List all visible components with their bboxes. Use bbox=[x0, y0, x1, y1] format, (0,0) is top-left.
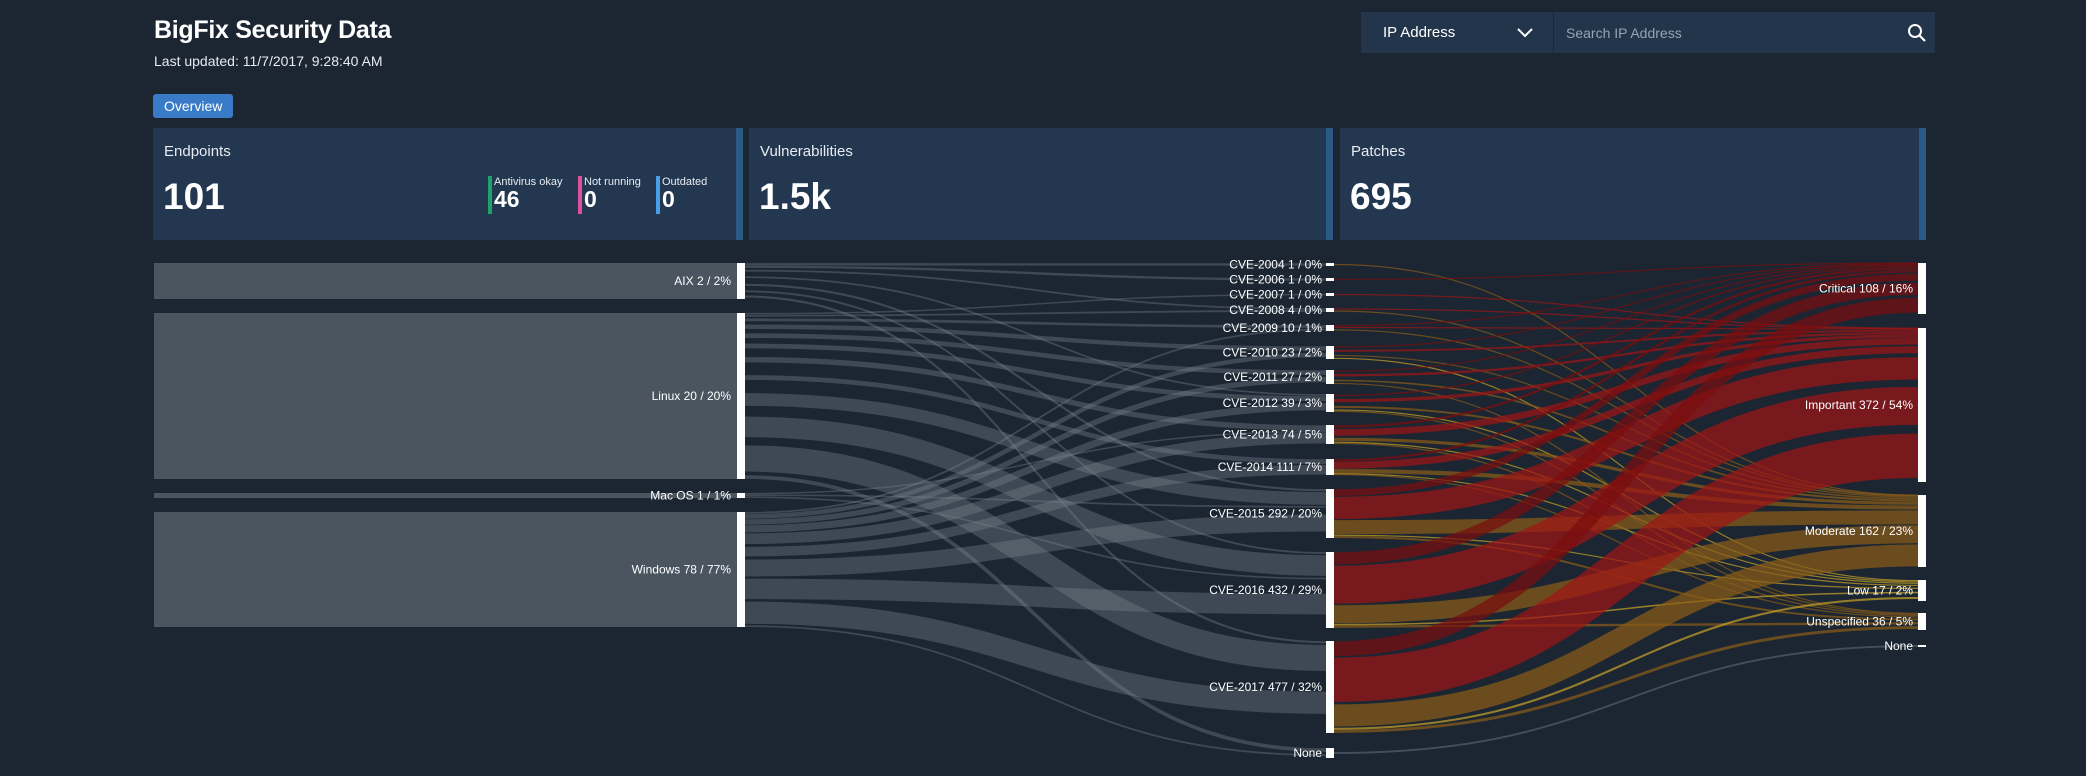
severity-node-bar[interactable] bbox=[1918, 645, 1926, 647]
cve-node-bar[interactable] bbox=[1326, 459, 1334, 475]
cve-node-label: CVE-2016 432 / 29% bbox=[1209, 583, 1322, 597]
os-node-label: Linux 20 / 20% bbox=[652, 389, 732, 403]
security-sankey-diagram: AIX 2 / 2% Linux 20 / 20% Mac OS 1 / 1% Win… bbox=[154, 258, 1926, 760]
severity-node-bar[interactable] bbox=[1918, 495, 1926, 567]
severity-node-bar[interactable] bbox=[1918, 613, 1926, 630]
cve-node-label: CVE-2011 27 / 2% bbox=[1223, 370, 1322, 384]
cve-node-label: CVE-2006 1 / 0% bbox=[1229, 273, 1322, 287]
os-node-bar[interactable] bbox=[737, 263, 745, 299]
cve-node-label: CVE-2013 74 / 5% bbox=[1223, 428, 1323, 442]
cve-node-label: CVE-2014 111 / 7% bbox=[1218, 460, 1323, 474]
cve-node-bar[interactable] bbox=[1326, 370, 1334, 384]
severity-node-bar[interactable] bbox=[1918, 328, 1926, 482]
severity-node-bar[interactable] bbox=[1918, 580, 1926, 601]
cve-node-label: CVE-2017 477 / 32% bbox=[1209, 680, 1322, 694]
cve-node-label: CVE-2010 23 / 2% bbox=[1223, 346, 1323, 360]
os-node-label: Mac OS 1 / 1% bbox=[650, 489, 731, 503]
cve-to-severity-links bbox=[1333, 262, 1919, 754]
severity-node-bar[interactable] bbox=[1918, 263, 1926, 314]
cve-node-bar[interactable] bbox=[1326, 489, 1334, 538]
cve-node-bar[interactable] bbox=[1326, 346, 1334, 359]
cve-node-bar[interactable] bbox=[1326, 748, 1334, 758]
cve-node-bar[interactable] bbox=[1326, 394, 1334, 412]
cve-node-label: CVE-2012 39 / 3% bbox=[1223, 396, 1323, 410]
os-node-bar[interactable] bbox=[737, 313, 745, 479]
os-node-band[interactable] bbox=[154, 263, 737, 299]
cve-node-bar[interactable] bbox=[1326, 278, 1334, 281]
severity-node-label: Important 372 / 54% bbox=[1805, 398, 1913, 412]
cve-node-label: CVE-2008 4 / 0% bbox=[1229, 303, 1322, 317]
cve-node-label: CVE-2007 1 / 0% bbox=[1229, 288, 1322, 302]
cve-node-bar[interactable] bbox=[1326, 641, 1334, 733]
cve-node-label: CVE-2004 1 / 0% bbox=[1229, 258, 1322, 272]
severity-node-label: Moderate 162 / 23% bbox=[1805, 524, 1913, 538]
severity-node-label: Unspecified 36 / 5% bbox=[1806, 615, 1913, 629]
cve-node-bar[interactable] bbox=[1326, 308, 1334, 312]
severity-node-label: None bbox=[1884, 639, 1913, 653]
os-node-label: Windows 78 / 77% bbox=[632, 563, 732, 577]
severity-node-label: Low 17 / 2% bbox=[1847, 584, 1913, 598]
cve-node-label: CVE-2009 10 / 1% bbox=[1223, 321, 1323, 335]
cve-node-bar[interactable] bbox=[1326, 263, 1334, 266]
cve-node-bar[interactable] bbox=[1326, 325, 1334, 331]
severity-node-label: Critical 108 / 16% bbox=[1819, 282, 1913, 296]
cve-node-label: CVE-2015 292 / 20% bbox=[1209, 507, 1322, 521]
os-node-bar[interactable] bbox=[737, 493, 745, 498]
cve-node-label: None bbox=[1293, 746, 1322, 760]
os-node-bar[interactable] bbox=[737, 512, 745, 627]
cve-node-bar[interactable] bbox=[1326, 425, 1334, 444]
os-node-label: AIX 2 / 2% bbox=[674, 274, 731, 288]
cve-node-bar[interactable] bbox=[1326, 552, 1334, 628]
os-node-band[interactable] bbox=[154, 313, 737, 479]
cve-node-bar[interactable] bbox=[1326, 293, 1334, 296]
